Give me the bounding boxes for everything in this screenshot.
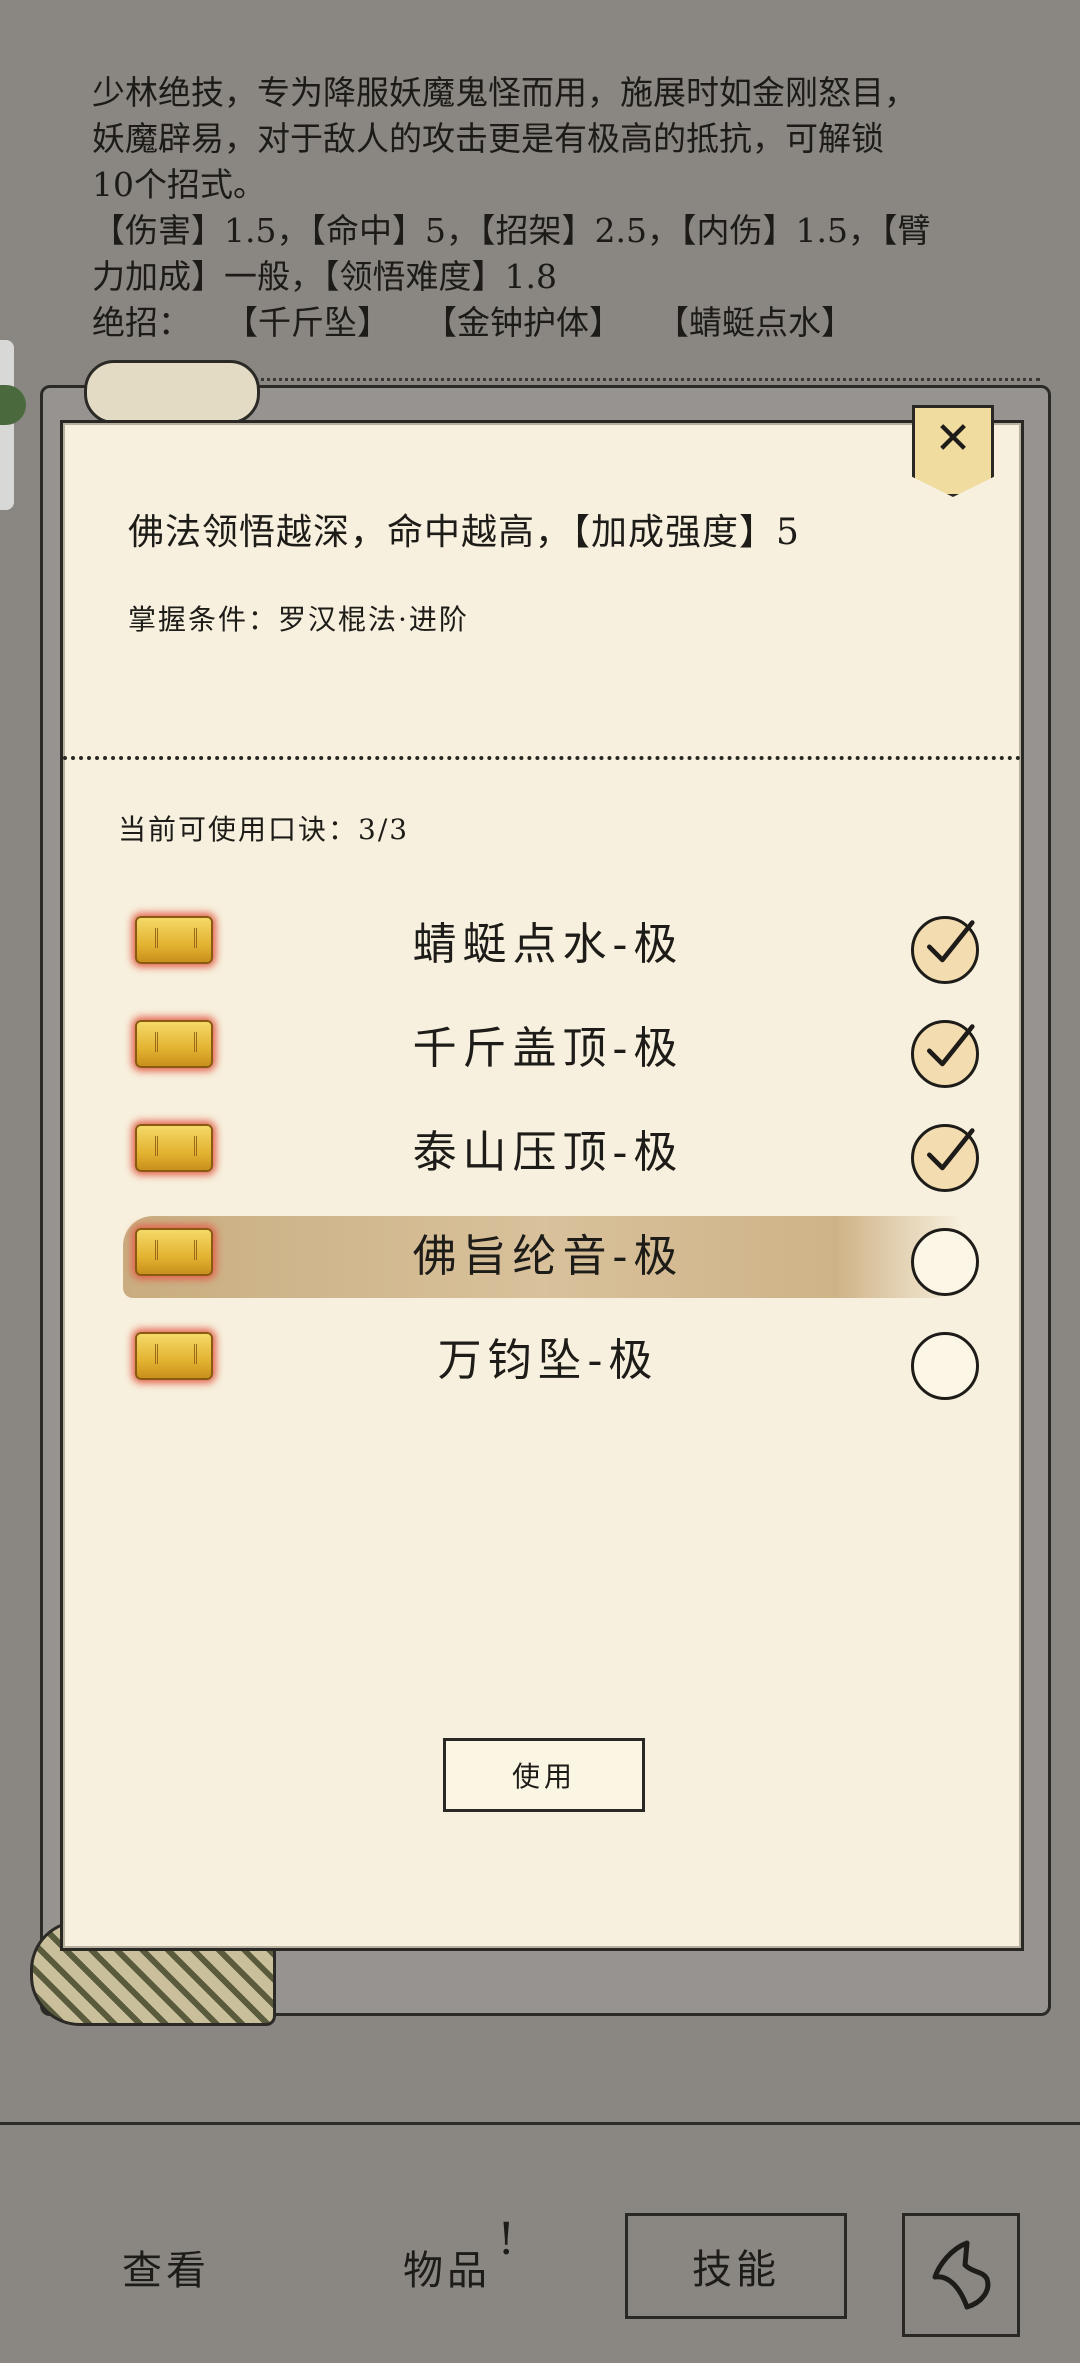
formula-name: 千斤盖顶-极 [412,1023,684,1074]
scroll-token-icon [135,1020,213,1068]
formula-name: 蜻蜓点水-极 [412,919,684,970]
checkmark-icon [927,1024,975,1067]
checkbox-checked[interactable] [911,916,979,984]
nav-view[interactable]: 查看 [122,2238,210,2296]
checkbox-checked[interactable] [911,1124,979,1192]
description-line: 10个招式。 [92,165,266,204]
formula-modal: 佛法领悟越深，命中越高，【加成强度】5 掌握条件：罗汉棍法·进阶 当前可使用口诀… [60,420,1024,1951]
side-tab[interactable] [0,340,14,510]
bonus-description: 佛法领悟越深，命中越高，【加成强度】5 [128,512,800,553]
description-line: 【伤害】1.5，【命中】5，【招架】2.5，【内伤】1.5，【臂 [92,211,931,250]
description-line: 力加成】一般，【领悟难度】1.8 [92,257,557,296]
mastery-condition: 掌握条件：罗汉棍法·进阶 [128,603,469,636]
ultimate-move: 【金钟护体】 [424,303,622,342]
scroll-roll-top [84,360,260,424]
formula-item[interactable]: 蜻蜓点水-极 [93,888,993,992]
formula-list: 蜻蜓点水-极 千斤盖顶-极 泰山压顶-极 佛旨纶音-极 万钧坠-极 [93,888,993,1408]
divider [230,378,1040,381]
formula-item-selected[interactable]: 佛旨纶音-极 [93,1200,993,1304]
use-button[interactable]: 使用 [443,1738,645,1812]
scroll-token-icon [135,1124,213,1172]
ultimate-moves: 绝招： 【千斤坠】 【金钟护体】 【蜻蜓点水】 [92,300,1022,346]
scroll-token-icon [135,1228,213,1276]
formula-name: 万钧坠-极 [437,1335,659,1386]
checkmark-icon [927,920,975,963]
bottom-divider [0,2122,1080,2125]
formula-item[interactable]: 泰山压顶-极 [93,1096,993,1200]
description-line: 妖魔辟易，对于敌人的攻击更是有极高的抵抗，可解锁 [92,119,884,158]
close-icon: ✕ [934,413,972,464]
skill-description: 少林绝技，专为降服妖魔鬼怪而用，施展时如金刚怒目， 妖魔辟易，对于敌人的攻击更是… [92,70,1022,346]
ultimate-move: 【千斤坠】 [225,303,390,342]
nav-skills[interactable]: 技能 [625,2213,847,2319]
formula-name: 佛旨纶音-极 [412,1231,684,1282]
nav-items[interactable]: 物品 ! [403,2214,515,2296]
ultimate-move: 【蜻蜓点水】 [656,303,854,342]
ultimate-label: 绝招： [92,303,191,342]
checkbox-unchecked[interactable] [911,1332,979,1400]
alert-badge: ! [497,2214,519,2265]
description-line: 少林绝技，专为降服妖魔鬼怪而用，施展时如金刚怒目， [92,73,917,112]
formula-item[interactable]: 千斤盖顶-极 [93,992,993,1096]
back-button[interactable] [902,2213,1020,2337]
modal-divider [63,756,1021,760]
checkbox-unchecked[interactable] [911,1228,979,1296]
checkbox-checked[interactable] [911,1020,979,1088]
floating-assistant-icon[interactable] [0,385,26,425]
checkmark-icon [927,1128,975,1171]
nav-items-label: 物品 [403,2248,491,2294]
formula-name: 泰山压顶-极 [412,1127,684,1178]
back-icon [932,2240,991,2310]
scroll-token-icon [135,1332,213,1380]
formula-count: 当前可使用口诀：3/3 [118,813,410,846]
formula-item[interactable]: 万钧坠-极 [93,1304,993,1408]
scroll-token-icon [135,916,213,964]
